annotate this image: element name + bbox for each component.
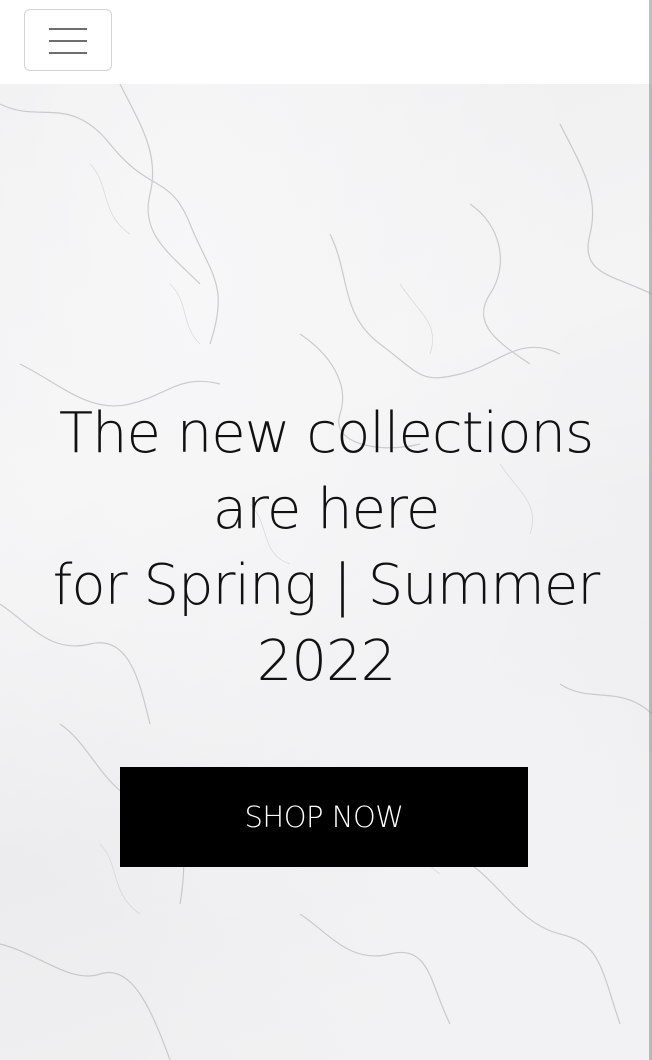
top-navbar <box>0 0 652 84</box>
hamburger-menu-icon <box>49 52 87 54</box>
headline-line: are here <box>212 477 441 542</box>
hamburger-menu-icon <box>49 28 87 30</box>
hero-headline: The new collections are here for Spring … <box>30 396 622 700</box>
menu-toggle-button[interactable] <box>24 9 112 71</box>
hero-banner: The new collections are here for Spring … <box>0 84 652 1060</box>
headline-line: for Spring | Summer <box>52 553 601 618</box>
headline-line: 2022 <box>256 629 397 694</box>
headline-line: The new collections <box>58 401 594 466</box>
hamburger-menu-icon <box>49 40 87 42</box>
shop-now-button[interactable]: SHOP NOW <box>120 767 528 867</box>
